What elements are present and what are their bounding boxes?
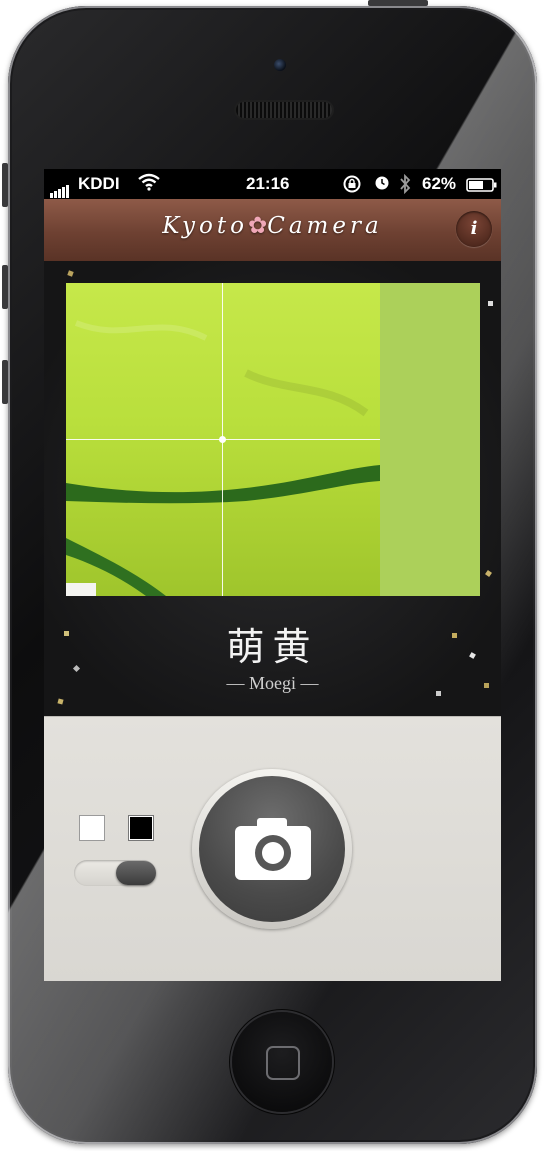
volume-up-button[interactable] <box>2 265 8 309</box>
rotation-lock-icon <box>342 174 362 199</box>
home-square-icon <box>266 1046 300 1080</box>
color-name-japanese: 萌黄 <box>226 625 319 669</box>
volume-down-button[interactable] <box>2 360 8 404</box>
camera-icon <box>235 818 311 880</box>
white-background-option[interactable] <box>79 815 105 841</box>
mute-switch[interactable] <box>2 163 8 207</box>
carrier-label: KDDI <box>78 174 120 193</box>
battery-percent: 62% <box>422 174 457 193</box>
gold-leaf-decoration <box>57 698 64 705</box>
info-button[interactable]: i <box>456 211 492 247</box>
status-bar: KDDI 21:16 62% <box>44 169 501 199</box>
app-title-left: Kyoto <box>162 213 248 239</box>
alarm-icon <box>374 175 390 196</box>
signal-bars-icon <box>50 178 70 198</box>
app-title-right: Camera <box>267 213 383 239</box>
screen: KDDI 21:16 62% Kyoto✿Camera i 萌黄 — Moegi… <box>44 169 501 981</box>
control-panel <box>44 716 501 981</box>
shutter-inner <box>199 776 345 922</box>
battery-icon <box>466 177 498 197</box>
shutter-button[interactable] <box>192 769 352 929</box>
toggle-knob <box>116 861 156 885</box>
black-background-option[interactable] <box>128 815 154 841</box>
wifi-icon <box>138 173 160 196</box>
bluetooth-icon <box>399 173 411 199</box>
gold-leaf-decoration <box>485 570 492 577</box>
color-name-romaji: — Moegi — <box>226 673 319 693</box>
clock-time: 21:16 <box>246 174 290 193</box>
gold-leaf-decoration <box>488 301 493 306</box>
color-swatch <box>380 283 480 596</box>
app-title: Kyoto✿Camera <box>44 213 501 239</box>
home-button[interactable] <box>232 1012 332 1112</box>
cherry-blossom-icon: ✿ <box>247 213 268 239</box>
earpiece-speaker <box>236 102 332 118</box>
crosshair-center <box>219 436 226 443</box>
sleep-button[interactable] <box>368 0 428 6</box>
navigation-bar: Kyoto✿Camera i <box>44 199 501 262</box>
camera-viewer: 萌黄 — Moegi — <box>44 261 501 716</box>
front-camera <box>274 59 286 71</box>
gold-leaf-decoration <box>67 270 74 277</box>
background-toggle[interactable] <box>74 860 156 886</box>
